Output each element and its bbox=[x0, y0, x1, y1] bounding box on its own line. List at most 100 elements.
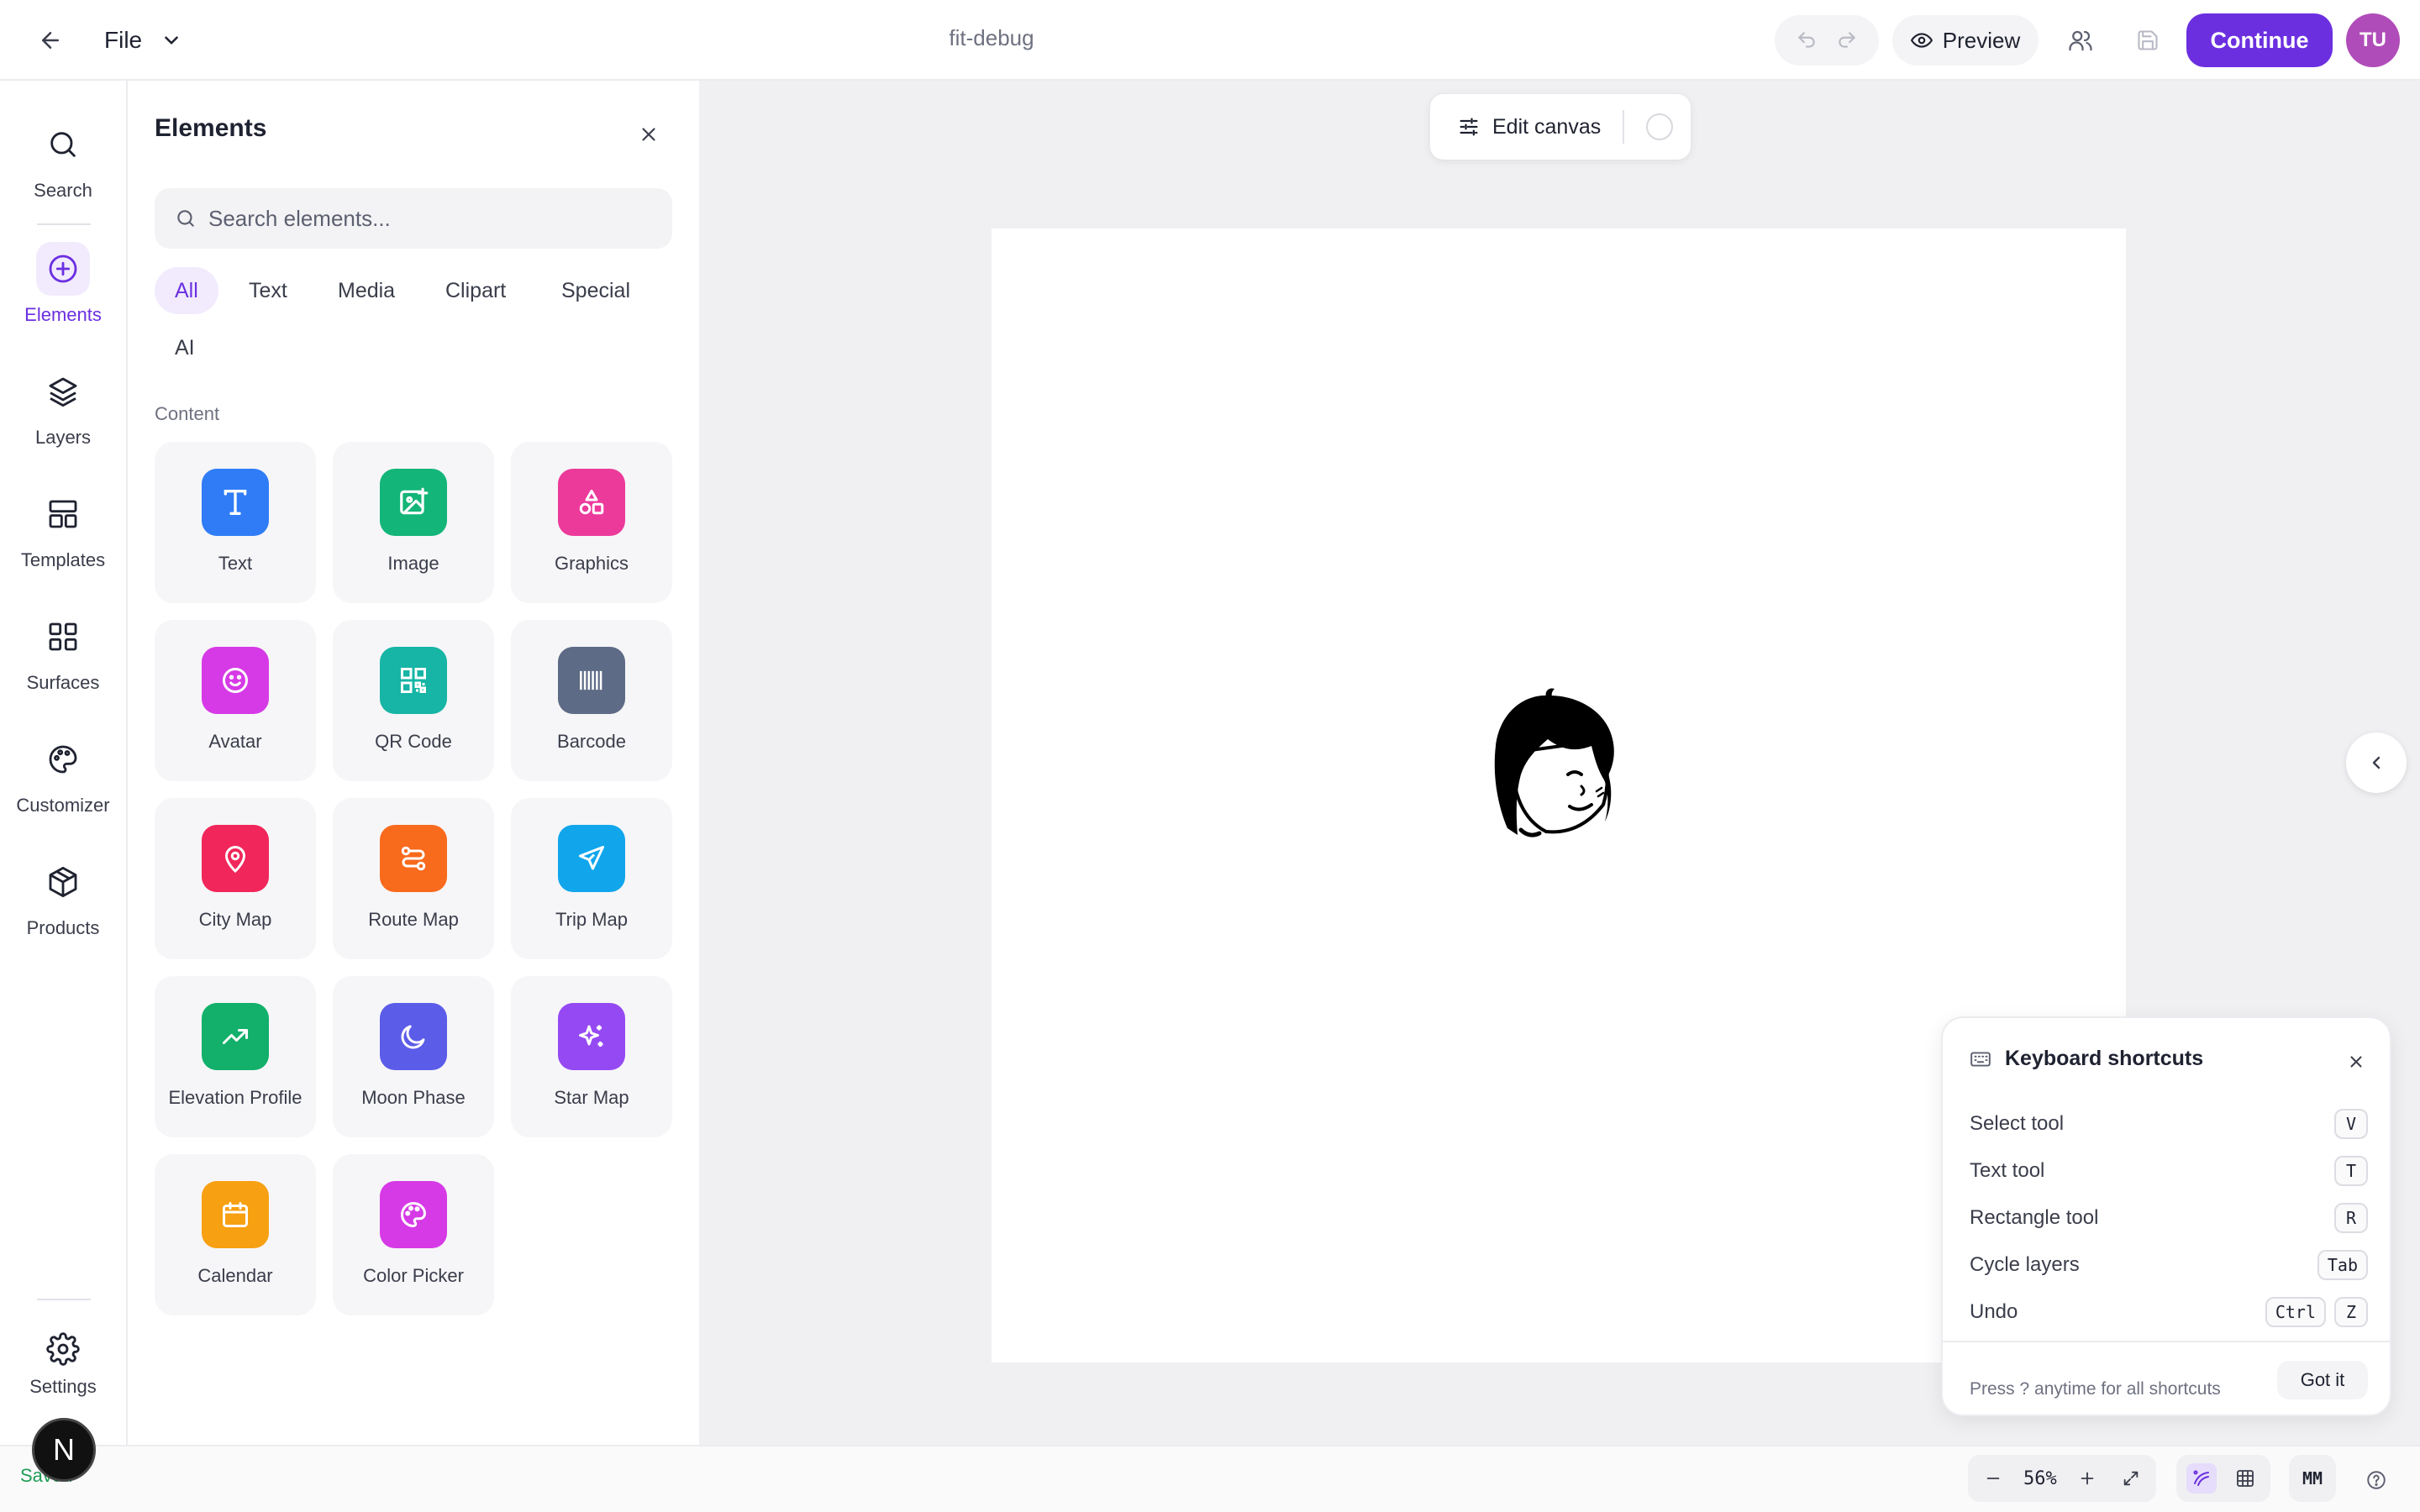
shortcut-label: Rectangle tool bbox=[1970, 1206, 2099, 1229]
continue-button[interactable]: Continue bbox=[2186, 13, 2333, 67]
panel-title: Elements bbox=[155, 114, 267, 142]
dev-tools-badge[interactable]: N bbox=[32, 1418, 96, 1482]
close-shortcuts-button[interactable] bbox=[2343, 1048, 2370, 1075]
tile-label: Avatar bbox=[208, 731, 262, 752]
tile-moon-phase[interactable]: Moon Phase bbox=[333, 976, 494, 1137]
arrow-left-icon bbox=[38, 28, 63, 53]
unit-toggle-button[interactable]: MM bbox=[2289, 1455, 2336, 1502]
filter-tab-ai[interactable]: AI bbox=[155, 324, 215, 371]
filter-tab-all[interactable]: All bbox=[155, 267, 218, 314]
barcode-icon bbox=[558, 647, 625, 714]
collaborators-button[interactable] bbox=[2064, 24, 2097, 57]
tile-barcode[interactable]: Barcode bbox=[511, 620, 672, 781]
shortcut-row: Cycle layers Tab bbox=[1970, 1248, 2368, 1282]
collapse-right-panel-button[interactable] bbox=[2346, 732, 2407, 793]
view-toggles bbox=[2176, 1455, 2270, 1502]
rail-item-settings[interactable]: Settings bbox=[0, 1332, 126, 1398]
plane-icon bbox=[558, 825, 625, 892]
search-icon bbox=[36, 118, 90, 171]
rail-item-layers[interactable]: Layers bbox=[0, 365, 126, 449]
plus-circle-icon bbox=[36, 242, 90, 296]
tile-color-picker[interactable]: Color Picker bbox=[333, 1154, 494, 1315]
zoom-in-button[interactable] bbox=[2074, 1465, 2101, 1492]
rail-item-customizer[interactable]: Customizer bbox=[0, 732, 126, 816]
tile-graphics[interactable]: Graphics bbox=[511, 442, 672, 603]
rail-item-label: Templates bbox=[20, 549, 106, 570]
rail-item-label: Surfaces bbox=[26, 672, 100, 693]
search-input[interactable] bbox=[208, 205, 645, 232]
rail-item-label: Search bbox=[34, 180, 92, 201]
back-button[interactable] bbox=[34, 24, 67, 57]
file-menu-label: File bbox=[104, 27, 143, 53]
shortcut-label: Undo bbox=[1970, 1300, 2018, 1323]
tile-qr-code[interactable]: QR Code bbox=[333, 620, 494, 781]
shortcut-row: Rectangle tool R bbox=[1970, 1201, 2368, 1235]
tile-route-map[interactable]: Route Map bbox=[333, 798, 494, 959]
filter-tab-media[interactable]: Media bbox=[318, 267, 415, 314]
edit-canvas-button[interactable]: Edit canvas bbox=[1430, 94, 1691, 160]
rail-item-products[interactable]: Products bbox=[0, 855, 126, 939]
tile-trip-map[interactable]: Trip Map bbox=[511, 798, 672, 959]
help-circle-icon bbox=[2365, 1469, 2387, 1491]
got-it-button[interactable]: Got it bbox=[2277, 1361, 2368, 1399]
file-menu[interactable]: File bbox=[104, 20, 182, 60]
edit-canvas-label: Edit canvas bbox=[1492, 114, 1602, 139]
rail-item-label: Customizer bbox=[16, 795, 110, 816]
redo-icon[interactable] bbox=[1836, 29, 1858, 51]
save-button[interactable] bbox=[2131, 24, 2165, 57]
shortcuts-title: Keyboard shortcuts bbox=[2005, 1047, 2204, 1070]
rail-item-search[interactable]: Search bbox=[0, 118, 126, 202]
trending-up-icon bbox=[202, 1003, 269, 1070]
user-avatar[interactable]: TU bbox=[2346, 13, 2400, 67]
help-button[interactable] bbox=[2360, 1463, 2393, 1497]
undo-icon[interactable] bbox=[1796, 29, 1818, 51]
tile-calendar[interactable]: Calendar bbox=[155, 1154, 316, 1315]
zoom-value[interactable]: 56% bbox=[2023, 1468, 2057, 1489]
filter-tab-special[interactable]: Special bbox=[541, 267, 650, 314]
key-cap: Z bbox=[2334, 1297, 2368, 1327]
shortcut-row: Select tool V bbox=[1970, 1107, 2368, 1141]
zoom-out-button[interactable] bbox=[1980, 1465, 2007, 1492]
close-icon bbox=[2347, 1053, 2365, 1071]
elements-panel: Elements All Text Media Clipart Special … bbox=[128, 81, 699, 1445]
shortcut-label: Text tool bbox=[1970, 1159, 2045, 1182]
filter-tab-clipart[interactable]: Clipart bbox=[425, 267, 526, 314]
document-title[interactable]: fit-debug bbox=[891, 25, 1092, 51]
smiley-icon bbox=[202, 647, 269, 714]
tile-star-map[interactable]: Star Map bbox=[511, 976, 672, 1137]
floppy-disk-icon bbox=[2136, 29, 2160, 52]
rail-item-surfaces[interactable]: Surfaces bbox=[0, 610, 126, 694]
tile-avatar[interactable]: Avatar bbox=[155, 620, 316, 781]
key-cap: T bbox=[2334, 1156, 2368, 1186]
avatar-illustration[interactable] bbox=[1487, 687, 1622, 840]
undo-redo-group bbox=[1775, 15, 1879, 66]
rail-item-templates[interactable]: Templates bbox=[0, 487, 126, 571]
route-icon bbox=[380, 825, 447, 892]
canvas-color-swatch[interactable] bbox=[1646, 113, 1674, 140]
shortcut-label: Cycle layers bbox=[1970, 1253, 2080, 1276]
chevron-left-icon bbox=[2366, 753, 2386, 773]
preview-button[interactable]: Preview bbox=[1892, 15, 2039, 66]
close-panel-button[interactable] bbox=[632, 118, 666, 151]
chevron-down-icon bbox=[160, 29, 182, 51]
shapes-icon bbox=[558, 469, 625, 536]
tile-image[interactable]: Image bbox=[333, 442, 494, 603]
tile-label: Image bbox=[387, 553, 439, 574]
tile-elevation-profile[interactable]: Elevation Profile bbox=[155, 976, 316, 1137]
snap-toggle-button[interactable] bbox=[2186, 1463, 2217, 1494]
palette-icon bbox=[380, 1181, 447, 1248]
tile-text[interactable]: Text bbox=[155, 442, 316, 603]
tile-label: Star Map bbox=[554, 1087, 629, 1108]
tile-label: Text bbox=[218, 553, 253, 574]
preview-label: Preview bbox=[1942, 27, 2021, 53]
filter-tab-text[interactable]: Text bbox=[229, 267, 308, 314]
fit-to-screen-button[interactable] bbox=[2118, 1465, 2144, 1492]
rail-item-label: Elements bbox=[24, 304, 102, 325]
search-icon bbox=[175, 207, 197, 229]
grid-icon bbox=[36, 610, 90, 664]
grid-toggle-button[interactable] bbox=[2230, 1463, 2260, 1494]
shortcuts-header: Keyboard shortcuts bbox=[1970, 1047, 2203, 1071]
rail-divider bbox=[37, 223, 91, 225]
tile-city-map[interactable]: City Map bbox=[155, 798, 316, 959]
rail-item-elements[interactable]: Elements bbox=[0, 242, 126, 326]
